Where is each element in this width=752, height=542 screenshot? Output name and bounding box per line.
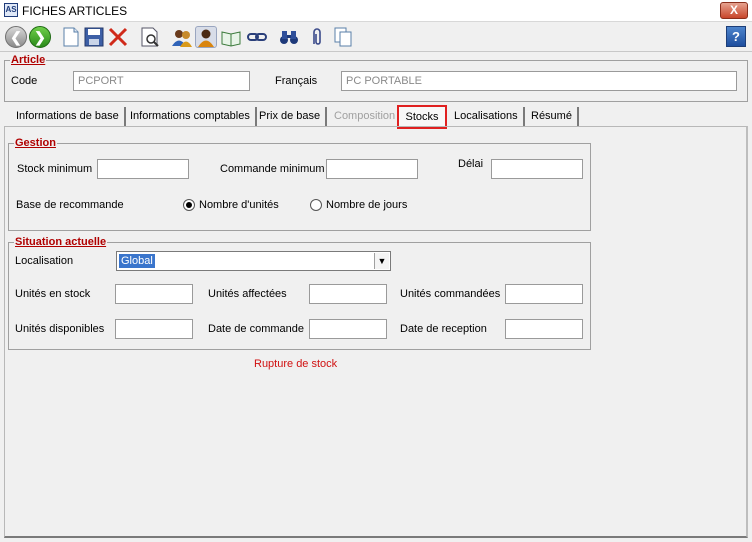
radio-nombre-jours-label[interactable]: Nombre de jours <box>326 199 407 211</box>
back-icon[interactable]: ❮ <box>5 26 27 48</box>
delete-icon[interactable] <box>107 26 129 48</box>
preview-icon[interactable] <box>139 26 161 48</box>
unites-affectees-field[interactable] <box>309 284 387 304</box>
stock-minimum-field[interactable] <box>97 159 189 179</box>
unites-commandees-field[interactable] <box>505 284 583 304</box>
article-legend: Article <box>10 54 47 66</box>
commande-minimum-field[interactable] <box>326 159 418 179</box>
base-recommande-label: Base de recommande <box>16 199 124 211</box>
radio-nombre-unites-label[interactable]: Nombre d'unités <box>199 199 279 211</box>
date-reception-field[interactable] <box>505 319 583 339</box>
tab-localisations[interactable]: Localisations <box>449 107 525 127</box>
localisation-select[interactable]: Global ▼ <box>116 251 391 271</box>
help-button[interactable]: ? <box>726 26 746 47</box>
binoculars-icon[interactable] <box>278 26 300 48</box>
save-icon[interactable] <box>83 26 105 48</box>
forward-icon[interactable]: ❯ <box>29 26 51 48</box>
french-description-field[interactable]: PC PORTABLE <box>341 71 737 91</box>
unites-disponibles-field[interactable] <box>115 319 193 339</box>
delai-label: Délai <box>458 158 484 170</box>
copy-icon[interactable] <box>332 26 354 48</box>
chevron-down-icon[interactable]: ▼ <box>374 253 389 269</box>
unites-disponibles-label: Unités disponibles <box>15 323 105 335</box>
stock-minimum-label: Stock minimum <box>17 163 93 175</box>
link-icon[interactable] <box>246 26 268 48</box>
situation-legend: Situation actuelle <box>14 236 108 248</box>
gestion-group <box>8 143 591 231</box>
localisation-label: Localisation <box>15 255 74 267</box>
date-commande-field[interactable] <box>309 319 387 339</box>
code-field[interactable]: PCPORT <box>73 71 250 91</box>
attach-icon[interactable] <box>306 26 328 48</box>
tab-informations-de-base[interactable]: Informations de base <box>11 107 126 127</box>
unites-stock-field[interactable] <box>115 284 193 304</box>
radio-nombre-unites[interactable] <box>183 199 195 211</box>
tab-informations-comptables[interactable]: Informations comptables <box>125 107 257 127</box>
date-commande-label: Date de commande <box>208 323 304 335</box>
unites-commandees-label: Unités commandées <box>400 288 501 300</box>
tab-resume[interactable]: Résumé <box>526 107 579 127</box>
delai-field[interactable] <box>491 159 583 179</box>
gestion-legend: Gestion <box>14 137 57 149</box>
new-document-icon[interactable] <box>60 26 82 48</box>
book-icon[interactable] <box>220 26 242 48</box>
localisation-select-value: Global <box>119 254 155 268</box>
app-logo-icon: AS <box>4 3 18 17</box>
french-label: Français <box>275 75 318 87</box>
user-icon[interactable] <box>195 26 217 48</box>
unites-affectees-label: Unités affectées <box>208 288 287 300</box>
date-reception-label: Date de reception <box>400 323 487 335</box>
code-label: Code <box>11 75 38 87</box>
tab-composition: Composition <box>329 107 403 127</box>
unites-stock-label: Unités en stock <box>15 288 91 300</box>
window-title: FICHES ARTICLES <box>22 4 128 18</box>
tab-prix-de-base[interactable]: Prix de base <box>254 107 328 127</box>
users-icon[interactable] <box>171 26 193 48</box>
close-button[interactable]: X <box>720 2 748 19</box>
commande-minimum-label: Commande minimum <box>220 163 325 175</box>
rupture-de-stock-status: Rupture de stock <box>254 358 338 370</box>
radio-nombre-jours[interactable] <box>310 199 322 211</box>
